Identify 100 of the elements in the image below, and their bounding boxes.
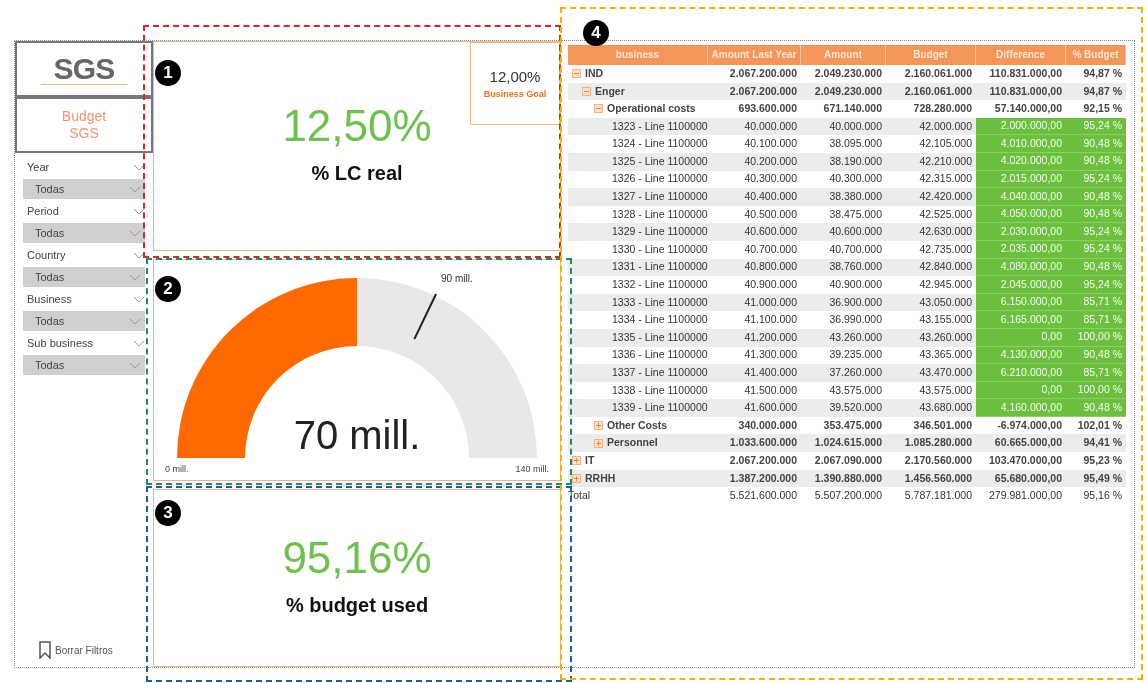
row-label: Enger (595, 83, 625, 99)
table-cell-text: 43.260.000 (828, 329, 883, 345)
filter-dropdown[interactable]: Todas (23, 355, 145, 375)
table-cell-text: 2.160.061.000 (903, 65, 973, 81)
filter-label: Sub business (27, 335, 94, 351)
table-cell-text: 2.049.230.000 (813, 83, 883, 99)
table-cell-text: 2.049.230.000 (813, 65, 883, 81)
table-cell-text: 40.600.000 (743, 224, 798, 240)
table-cell-text: 37.260.000 (828, 365, 883, 380)
table-cell-text: 40.700.000 (828, 241, 883, 257)
collapse-icon[interactable] (572, 69, 581, 79)
table-cell-text: 41.200.000 (743, 329, 798, 345)
table-cell-text: 39.520.000 (828, 400, 883, 416)
table-cell-text: 279.981.000,00 (988, 488, 1063, 504)
table-cell-text: 340.000.000 (737, 417, 798, 433)
step-number-badge: 1 (155, 60, 181, 86)
row-label: IT (585, 453, 595, 468)
row-label: 1330 - Line 1100000 (612, 241, 708, 257)
expand-icon[interactable] (594, 421, 603, 431)
expand-icon[interactable] (594, 438, 603, 448)
filter-dropdown[interactable]: Todas (23, 223, 145, 243)
row-label: 1329 - Line 1100000 (612, 224, 708, 240)
table-cell-text: 38.475.000 (828, 206, 883, 222)
table-cell-text: 40.600.000 (828, 224, 883, 240)
table-cell-text: 40.500.000 (743, 206, 798, 222)
table-cell-text: 2.067.200.000 (728, 83, 798, 99)
table-cell-text: 5.787.181.000 (903, 488, 973, 504)
table-cell-text: 43.575.000 (918, 382, 973, 398)
table-cell: 4.160.000,00 (976, 399, 1066, 417)
row-label: Operational costs (607, 101, 696, 117)
kpi-label: % LC real (311, 161, 403, 186)
row-label: 1327 - Line 1100000 (612, 189, 708, 205)
table-cell-text: 42.315.000 (918, 171, 973, 187)
row-label: Personnel (607, 435, 658, 451)
kpi-value: 95,16% (282, 536, 432, 580)
row-label: IND (585, 65, 604, 81)
table-cell-text: 728.280.000 (912, 101, 973, 117)
filter-label: Business (27, 291, 72, 307)
table-cell-text: 92,15 % (1082, 101, 1123, 117)
table-cell: 2.045.000,00 (976, 276, 1066, 294)
logo: SGS (41, 53, 127, 85)
table-cell-text: 43.260.000 (918, 329, 973, 345)
table-cell-text: 110.831.000,00 (988, 83, 1063, 99)
table-cell: 2.030.000,00 (976, 223, 1066, 241)
table-cell-text: 94,87 % (1082, 83, 1123, 99)
table-cell: 85,71 % (1066, 364, 1126, 382)
expand-icon[interactable] (572, 473, 581, 483)
table-cell-text: 60.665.000,00 (993, 435, 1063, 451)
filter-dropdown[interactable]: Todas (23, 311, 145, 331)
collapse-icon[interactable] (582, 86, 591, 96)
table-cell-text: -6.974.000,00 (996, 417, 1063, 433)
table-cell-text: 42.105.000 (918, 136, 973, 152)
gauge-max-label: 140 mill. (515, 462, 549, 476)
table-cell-text: 95,16 % (1082, 488, 1123, 504)
table-cell-text: 43.470.000 (918, 365, 973, 380)
table-cell-text: 1.387.200.000 (728, 470, 798, 486)
table-cell: 90,48 % (1066, 135, 1126, 153)
filter-dropdown[interactable]: Todas (23, 179, 145, 199)
table-cell: 95,24 % (1066, 223, 1126, 241)
table-cell-text: 40.100.000 (743, 136, 798, 152)
gauge-target-label: 90 mill. (441, 271, 473, 286)
table-cell-text: 2.067.200.000 (728, 65, 798, 81)
chevron-down-icon (133, 295, 145, 303)
table-cell: 95,24 % (1066, 276, 1126, 294)
table-cell-text: 103.470.000,00 (988, 453, 1063, 468)
table-cell-text: 353.475.000 (822, 417, 883, 433)
table-cell-text: 41.400.000 (743, 365, 798, 380)
table-cell-text: 40.300.000 (743, 171, 798, 187)
table-cell-text: 38.380.000 (828, 189, 883, 205)
filter-dropdown[interactable]: Todas (23, 267, 145, 287)
table-cell-text: 42.735.000 (918, 241, 973, 257)
clear-filters-button[interactable]: Borrar Filtros (55, 642, 113, 658)
table-cell-text: 2.170.560.000 (903, 453, 973, 468)
table-cell: 85,71 % (1066, 311, 1126, 329)
collapse-icon[interactable] (594, 104, 603, 114)
table-cell-text: 36.900.000 (828, 294, 883, 310)
table-cell-text: 43.575.000 (828, 382, 883, 398)
gauge-min-label: 0 mill. (165, 462, 189, 476)
row-label: 1335 - Line 1100000 (612, 329, 708, 345)
table-cell-text: 40.400.000 (743, 189, 798, 205)
table-cell-text: 40.000.000 (828, 118, 883, 134)
step-number-badge: 4 (583, 20, 609, 46)
row-label: 1325 - Line 1100000 (612, 153, 708, 169)
table-cell-text: 41.100.000 (743, 312, 798, 328)
table-cell-text: 346.501.000 (912, 417, 973, 433)
table-cell-text: 95,23 % (1082, 453, 1123, 468)
table-cell-text: 40.800.000 (743, 259, 798, 275)
table-cell-text: 693.600.000 (737, 101, 798, 117)
table-cell-text: 95,49 % (1082, 470, 1123, 486)
goal-label: Business Goal (483, 88, 547, 101)
expand-icon[interactable] (572, 456, 581, 466)
row-label: 1337 - Line 1100000 (612, 365, 708, 380)
table-cell-text: 1.390.880.000 (813, 470, 883, 486)
row-label: 1334 - Line 1100000 (612, 312, 708, 328)
table-cell-text: 40.900.000 (828, 277, 883, 293)
row-label: RRHH (585, 470, 616, 486)
table-cell-text: 40.200.000 (743, 153, 798, 169)
kpi-label: % budget used (285, 593, 429, 618)
row-label: 1336 - Line 1100000 (612, 347, 708, 363)
chevron-down-icon (129, 317, 141, 325)
